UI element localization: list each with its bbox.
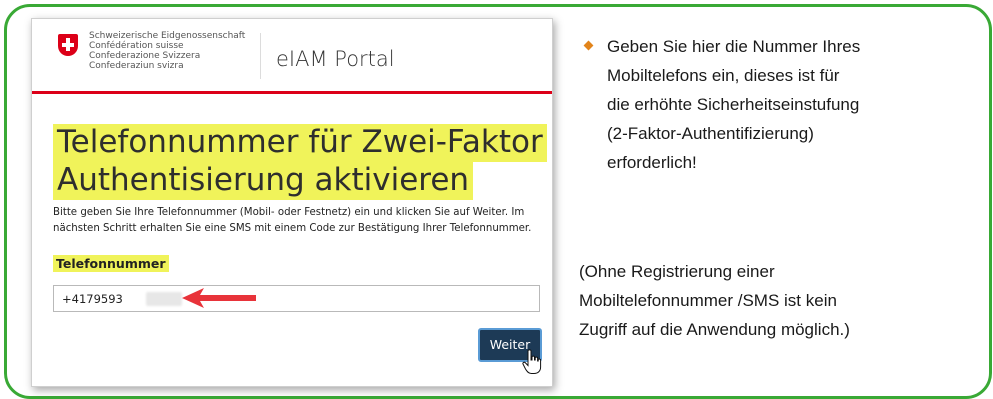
confederation-names: Schweizerische Eidgenossenschaft Confédé… [89,31,245,71]
portal-header: Schweizerische Eidgenossenschaft Confédé… [32,19,552,91]
portal-screenshot: Schweizerische Eidgenossenschaft Confédé… [31,18,553,387]
header-divider [260,33,261,79]
swiss-cross-icon [58,34,78,56]
info-bullet: Geben Sie hier die Nummer Ihres Mobiltel… [579,32,969,177]
page-title-line1: Telefonnummer für Zwei-Faktor [53,124,547,162]
page-title-line2: Authentisierung aktivieren [53,162,474,200]
confederation-line: Confédération suisse [89,41,184,51]
portal-name: eIAM Portal [276,47,395,71]
hand-cursor-icon [522,349,542,374]
phone-input[interactable]: +4179593 [53,285,540,312]
page-title: Telefonnummer für Zwei-Faktor Authentisi… [53,123,552,200]
diamond-bullet-icon [583,40,594,51]
phone-input-value: +4179593 [62,292,123,306]
instructions-text: Bitte geben Sie Ihre Telefonnummer (Mobi… [53,207,532,234]
header-red-line [32,91,552,94]
info-bullet-text: Geben Sie hier die Nummer Ihres Mobiltel… [607,37,861,172]
info-panel: Geben Sie hier die Nummer Ihres Mobiltel… [579,32,969,177]
confederation-line: Schweizerische Eidgenossenschaft [89,31,246,41]
phone-field-label: Telefonnummer [53,255,169,272]
confederation-line: Confederazione Svizzera [89,51,201,61]
info-note: (Ohne Registrierung einer Mobiltelefonnu… [579,262,850,339]
redacted-digits [146,292,182,306]
confederation-line: Confederaziun svizra [89,61,184,71]
red-arrow-icon [182,288,256,308]
